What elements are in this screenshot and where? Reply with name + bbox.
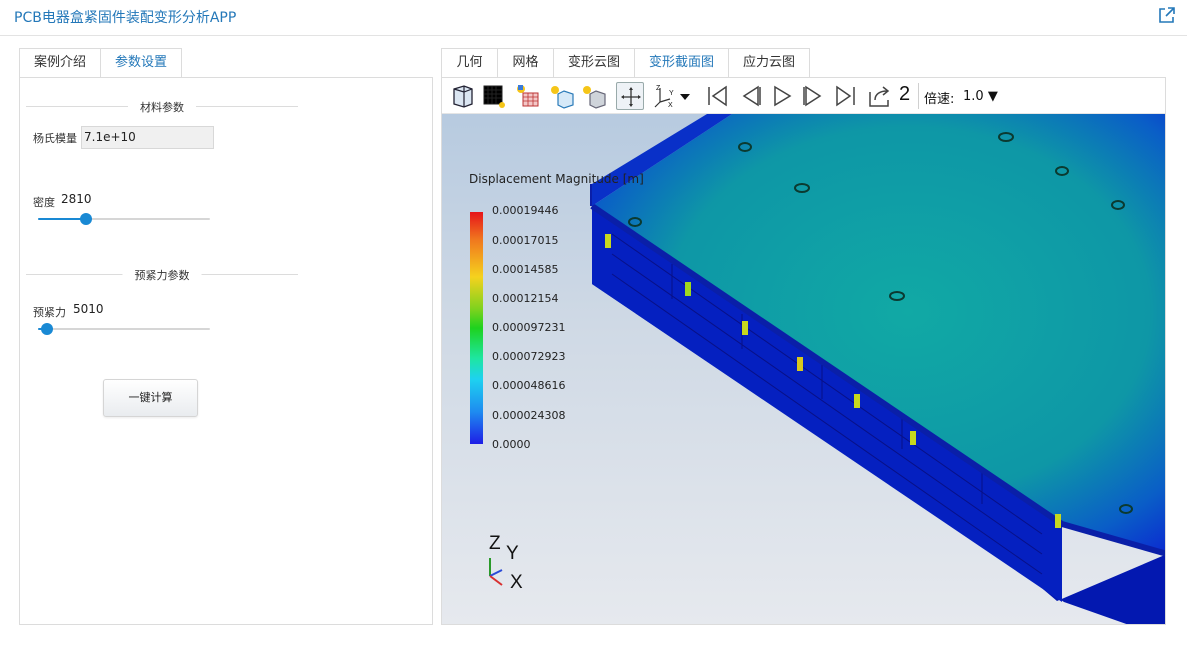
speed-select[interactable]: 1.0 ▼ [963, 89, 998, 104]
tab-geometry[interactable]: 几何 [441, 48, 498, 77]
slider-thumb[interactable] [40, 323, 53, 335]
open-external-icon[interactable] [1158, 7, 1175, 24]
viewer-toolbar: Z YX 2 倍速: 1.0 ▼ [442, 78, 1165, 114]
tab-param-settings[interactable]: 参数设置 [100, 48, 183, 77]
density-label: 密度 [33, 196, 55, 209]
slider-fill [38, 218, 87, 220]
legend-tick: 0.000072923 [492, 350, 566, 363]
wireframe-grid-icon[interactable] [480, 82, 508, 110]
legend-tick: 0.00012154 [492, 292, 559, 305]
last-frame-icon[interactable] [832, 82, 860, 110]
tab-case-intro[interactable]: 案例介绍 [19, 48, 102, 77]
svg-text:Y: Y [669, 90, 674, 97]
tab-mesh[interactable]: 网格 [497, 48, 554, 77]
legend-title: Displacement Magnitude [m] [469, 172, 644, 186]
preload-label: 预紧力 [33, 306, 66, 319]
material-section-title: 材料参数 [128, 99, 196, 115]
light-mesh-icon[interactable] [514, 82, 542, 110]
legend-tick: 0.000048616 [492, 379, 566, 392]
left-tab-bar: 案例介绍 参数设置 [19, 48, 183, 77]
axis-x-label: X [510, 572, 523, 593]
prev-frame-icon[interactable] [736, 82, 764, 110]
next-frame-icon[interactable] [800, 82, 828, 110]
play-icon[interactable] [768, 82, 796, 110]
slider-thumb[interactable] [80, 213, 93, 225]
app-header: PCB电器盒紧固件装配变形分析APP [0, 0, 1187, 36]
export-icon[interactable] [865, 82, 893, 110]
view-cube-icon[interactable] [449, 82, 477, 110]
slider-track [38, 328, 210, 330]
light-box-icon[interactable] [548, 82, 576, 110]
svg-text:X: X [668, 102, 673, 109]
first-frame-icon[interactable] [704, 82, 732, 110]
tab-deformation-section[interactable]: 变形截面图 [634, 48, 729, 77]
speed-value: 1.0 [963, 89, 984, 104]
legend-tick: 0.000024308 [492, 409, 566, 422]
legend-tick: 0.0000 [492, 438, 531, 451]
tab-deformation-contour[interactable]: 变形云图 [553, 48, 635, 77]
toolbar-divider [918, 83, 919, 109]
compute-button[interactable]: 一键计算 [103, 379, 198, 417]
chevron-down-icon: ▼ [987, 89, 998, 104]
axis-z-label: Z [489, 533, 501, 554]
legend-tick: 0.00014585 [492, 263, 559, 276]
preload-value: 5010 [73, 302, 104, 316]
axes-triad-icon: Z Y X [489, 533, 523, 593]
material-section-divider: 材料参数 [26, 99, 298, 115]
fit-view-icon[interactable] [616, 82, 644, 110]
svg-text:Z: Z [656, 85, 661, 92]
tab-stress-contour[interactable]: 应力云图 [728, 48, 810, 77]
3d-viewer[interactable]: ZYX 2 倍速: 1.0 ▼ Displacement Magnitude [… [441, 77, 1166, 625]
preload-section-title: 预紧力参数 [122, 267, 202, 283]
preload-slider[interactable] [38, 323, 210, 335]
youngs-modulus-input[interactable]: 7.1e+10 [81, 126, 214, 149]
axes-dropdown-icon[interactable]: Z YX [652, 82, 692, 110]
result-tab-bar: 几何 网格 变形云图 变形截面图 应力云图 [441, 48, 810, 77]
density-slider[interactable] [38, 213, 210, 225]
frame-number: 2 [899, 83, 911, 105]
density-value: 2810 [61, 192, 92, 206]
legend-tick: 0.00019446 [492, 204, 559, 217]
preload-section-divider: 预紧力参数 [26, 267, 298, 283]
legend-tick: 0.00017015 [492, 234, 559, 247]
app-title: PCB电器盒紧固件装配变形分析APP [14, 10, 237, 26]
axis-y-label: Y [506, 543, 519, 564]
light-box-solid-icon[interactable] [580, 82, 608, 110]
color-scale-bar [470, 212, 483, 444]
youngs-modulus-label: 杨氏模量 [33, 132, 77, 145]
param-panel: 材料参数 杨氏模量 7.1e+10 密度 2810 预紧力参数 预紧力 5010… [19, 77, 433, 625]
speed-label: 倍速: [924, 92, 955, 107]
legend-tick: 0.000097231 [492, 321, 566, 334]
deformation-model[interactable] [442, 114, 1166, 625]
